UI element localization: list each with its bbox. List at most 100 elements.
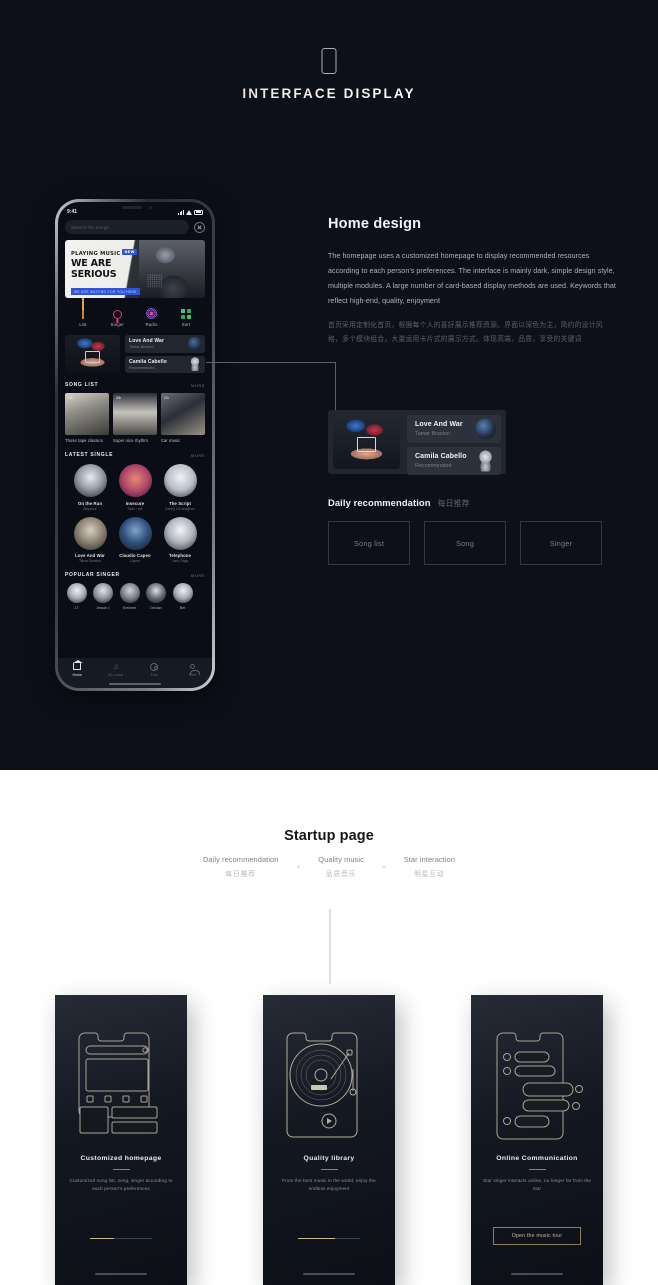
keyword-cn: 每日推荐 (225, 871, 256, 878)
section-title: LATEST SINGLE (65, 452, 114, 458)
song-card[interactable]: 80k Super nice rhythm (113, 393, 157, 443)
tab-home[interactable]: Home (58, 659, 97, 677)
detail-row-love-and-war[interactable]: Love And War Tamar Braxton (407, 415, 501, 443)
compass-icon (150, 662, 159, 671)
home-indicator (511, 1273, 563, 1275)
singer-item[interactable]: J.T (65, 583, 88, 610)
featured-row-love-and-war[interactable]: Love And War Tamar Braxton (125, 335, 205, 353)
startup-card-online-communication[interactable]: Online Communication Star singer interac… (471, 995, 603, 1285)
banner-photo (139, 240, 205, 298)
single-item[interactable]: On the Run Beyonce (69, 464, 111, 511)
single-item[interactable]: Telephone Lady Gaga (159, 516, 201, 563)
keyword-en: Daily recommendation (202, 855, 279, 864)
keyword-en: Quality music (318, 855, 364, 864)
single-avatar (118, 464, 152, 497)
singer-avatar (172, 583, 193, 604)
single-artist: Danny O'Donoghue (165, 506, 195, 511)
category-row: List Singer Radio Sort (65, 295, 205, 327)
portrait-avatar (188, 357, 202, 372)
open-music-tour-button[interactable]: Open the music tour (493, 1227, 581, 1245)
single-title: Claudio Capeo (119, 553, 151, 559)
card-divider (528, 1169, 546, 1170)
song-card[interactable]: 21k Car music (161, 393, 205, 443)
category-sort[interactable]: Sort (172, 306, 200, 327)
category-list[interactable]: List (69, 295, 97, 327)
microphone-icon (112, 310, 122, 319)
single-circle-row: On the Run Beyonce Insecure Stwo ; ets T… (65, 464, 205, 511)
song-card[interactable]: 60k Those tape classics (65, 393, 109, 443)
category-singer[interactable]: Singer (103, 306, 131, 327)
detail-artwork[interactable] (333, 415, 400, 469)
more-link[interactable]: MORE (191, 573, 205, 578)
category-label: List (79, 322, 87, 327)
single-item[interactable]: Love And War Tamar Braxton (69, 516, 111, 563)
single-title: The Script (168, 500, 191, 506)
category-radio[interactable]: Radio (138, 306, 166, 327)
singer-row: J.T Jessie J Eminem Declan Bet (65, 583, 205, 610)
tab-my-music[interactable]: ♫ My music (97, 662, 136, 677)
tab-mine[interactable]: Mine (174, 662, 213, 677)
single-item[interactable]: Claudio Capeo Capeo (114, 516, 156, 563)
banner-tag: NEW (122, 249, 137, 255)
hero-section: INTERFACE DISPLAY 9:41 Search for songs (0, 0, 658, 770)
detail-callout-card: Love And War Tamar Braxton Camila Cabell… (328, 410, 506, 475)
singer-label: Jessie J (96, 605, 110, 610)
daily-box-singer[interactable]: Singer (520, 521, 602, 565)
singer-item[interactable]: Eminem (118, 583, 141, 610)
keyword-separator: × (381, 864, 386, 871)
featured-row-camila-cabello[interactable]: Camila Cabello Recommended (125, 355, 205, 373)
card-divider (112, 1169, 130, 1170)
phone-wireframe-icon (55, 1013, 187, 1143)
singer-label: Bet (179, 605, 186, 610)
grid-squares-icon (181, 309, 191, 319)
radio-waves-icon (146, 308, 158, 319)
close-circle-icon[interactable] (194, 221, 205, 233)
featured-artwork[interactable] (65, 335, 120, 373)
startup-card-customized-homepage[interactable]: Customized homepage Customized song list… (55, 995, 187, 1285)
single-avatar (73, 464, 107, 497)
music-note-icon: ♫ (112, 662, 119, 671)
keyword-cn: 明星互动 (414, 871, 445, 878)
portrait-avatar (475, 450, 496, 472)
section-title: SONG LIST (65, 382, 99, 388)
album-avatar (188, 336, 202, 351)
progress-indicator[interactable] (90, 1238, 152, 1240)
search-input[interactable]: Search for songs (65, 220, 189, 234)
signal-bars-icon (177, 209, 184, 215)
singer-item[interactable]: Bet (171, 583, 194, 610)
daily-box-song-list[interactable]: Song list (328, 521, 410, 565)
detail-row-camila-cabello[interactable]: Camila Cabello Recommended (407, 447, 501, 475)
single-item[interactable]: The Script Danny O'Donoghue (159, 464, 201, 511)
featured-subtitle: Tamar Braxton (129, 345, 154, 350)
section-heading: Home design (328, 216, 422, 232)
phone-mockup: 9:41 Search for songs PLAYING MUSICNEW (55, 199, 215, 691)
category-label: Radio (145, 322, 158, 327)
single-circle-row: Love And War Tamar Braxton Claudio Capeo… (65, 516, 205, 563)
progress-indicator[interactable] (298, 1238, 360, 1240)
callout-connector (206, 362, 342, 444)
card-title: Online Communication (496, 1155, 578, 1162)
single-item[interactable]: Insecure Stwo ; ets (114, 464, 156, 511)
tab-label: Home (72, 673, 83, 677)
more-link[interactable]: MORE (191, 383, 205, 388)
tab-find[interactable]: Find (135, 662, 174, 677)
banner-dot-pattern (147, 274, 163, 288)
singer-item[interactable]: Declan (145, 583, 168, 610)
daily-recommendation-block: Daily recommendation 每日推荐 Song list Song… (328, 497, 616, 565)
card-divider (320, 1169, 338, 1170)
startup-card-quality-library[interactable]: Quality library From the best music in t… (263, 995, 395, 1285)
featured-block: Love And War Tamar Braxton Camila Cabell… (65, 335, 205, 373)
promo-banner[interactable]: PLAYING MUSIC NEW WE ARE SERIOUS WE ARE W… (65, 240, 205, 298)
single-title: On the Run (77, 500, 103, 506)
play-count-badge: 60k (68, 396, 74, 400)
category-label: Sort (181, 322, 191, 327)
more-link[interactable]: MORE (191, 453, 205, 458)
single-avatar (73, 516, 107, 550)
daily-box-song[interactable]: Song (424, 521, 506, 565)
banner-line2: WE ARE SERIOUS (71, 257, 117, 280)
song-caption: Car music (161, 438, 181, 443)
singer-item[interactable]: Jessie J (92, 583, 115, 610)
album-avatar (475, 418, 496, 440)
banner-subtitle: WE ARE WAITING FOR YOU HERE (71, 288, 140, 296)
singer-label: J.T (74, 605, 79, 610)
